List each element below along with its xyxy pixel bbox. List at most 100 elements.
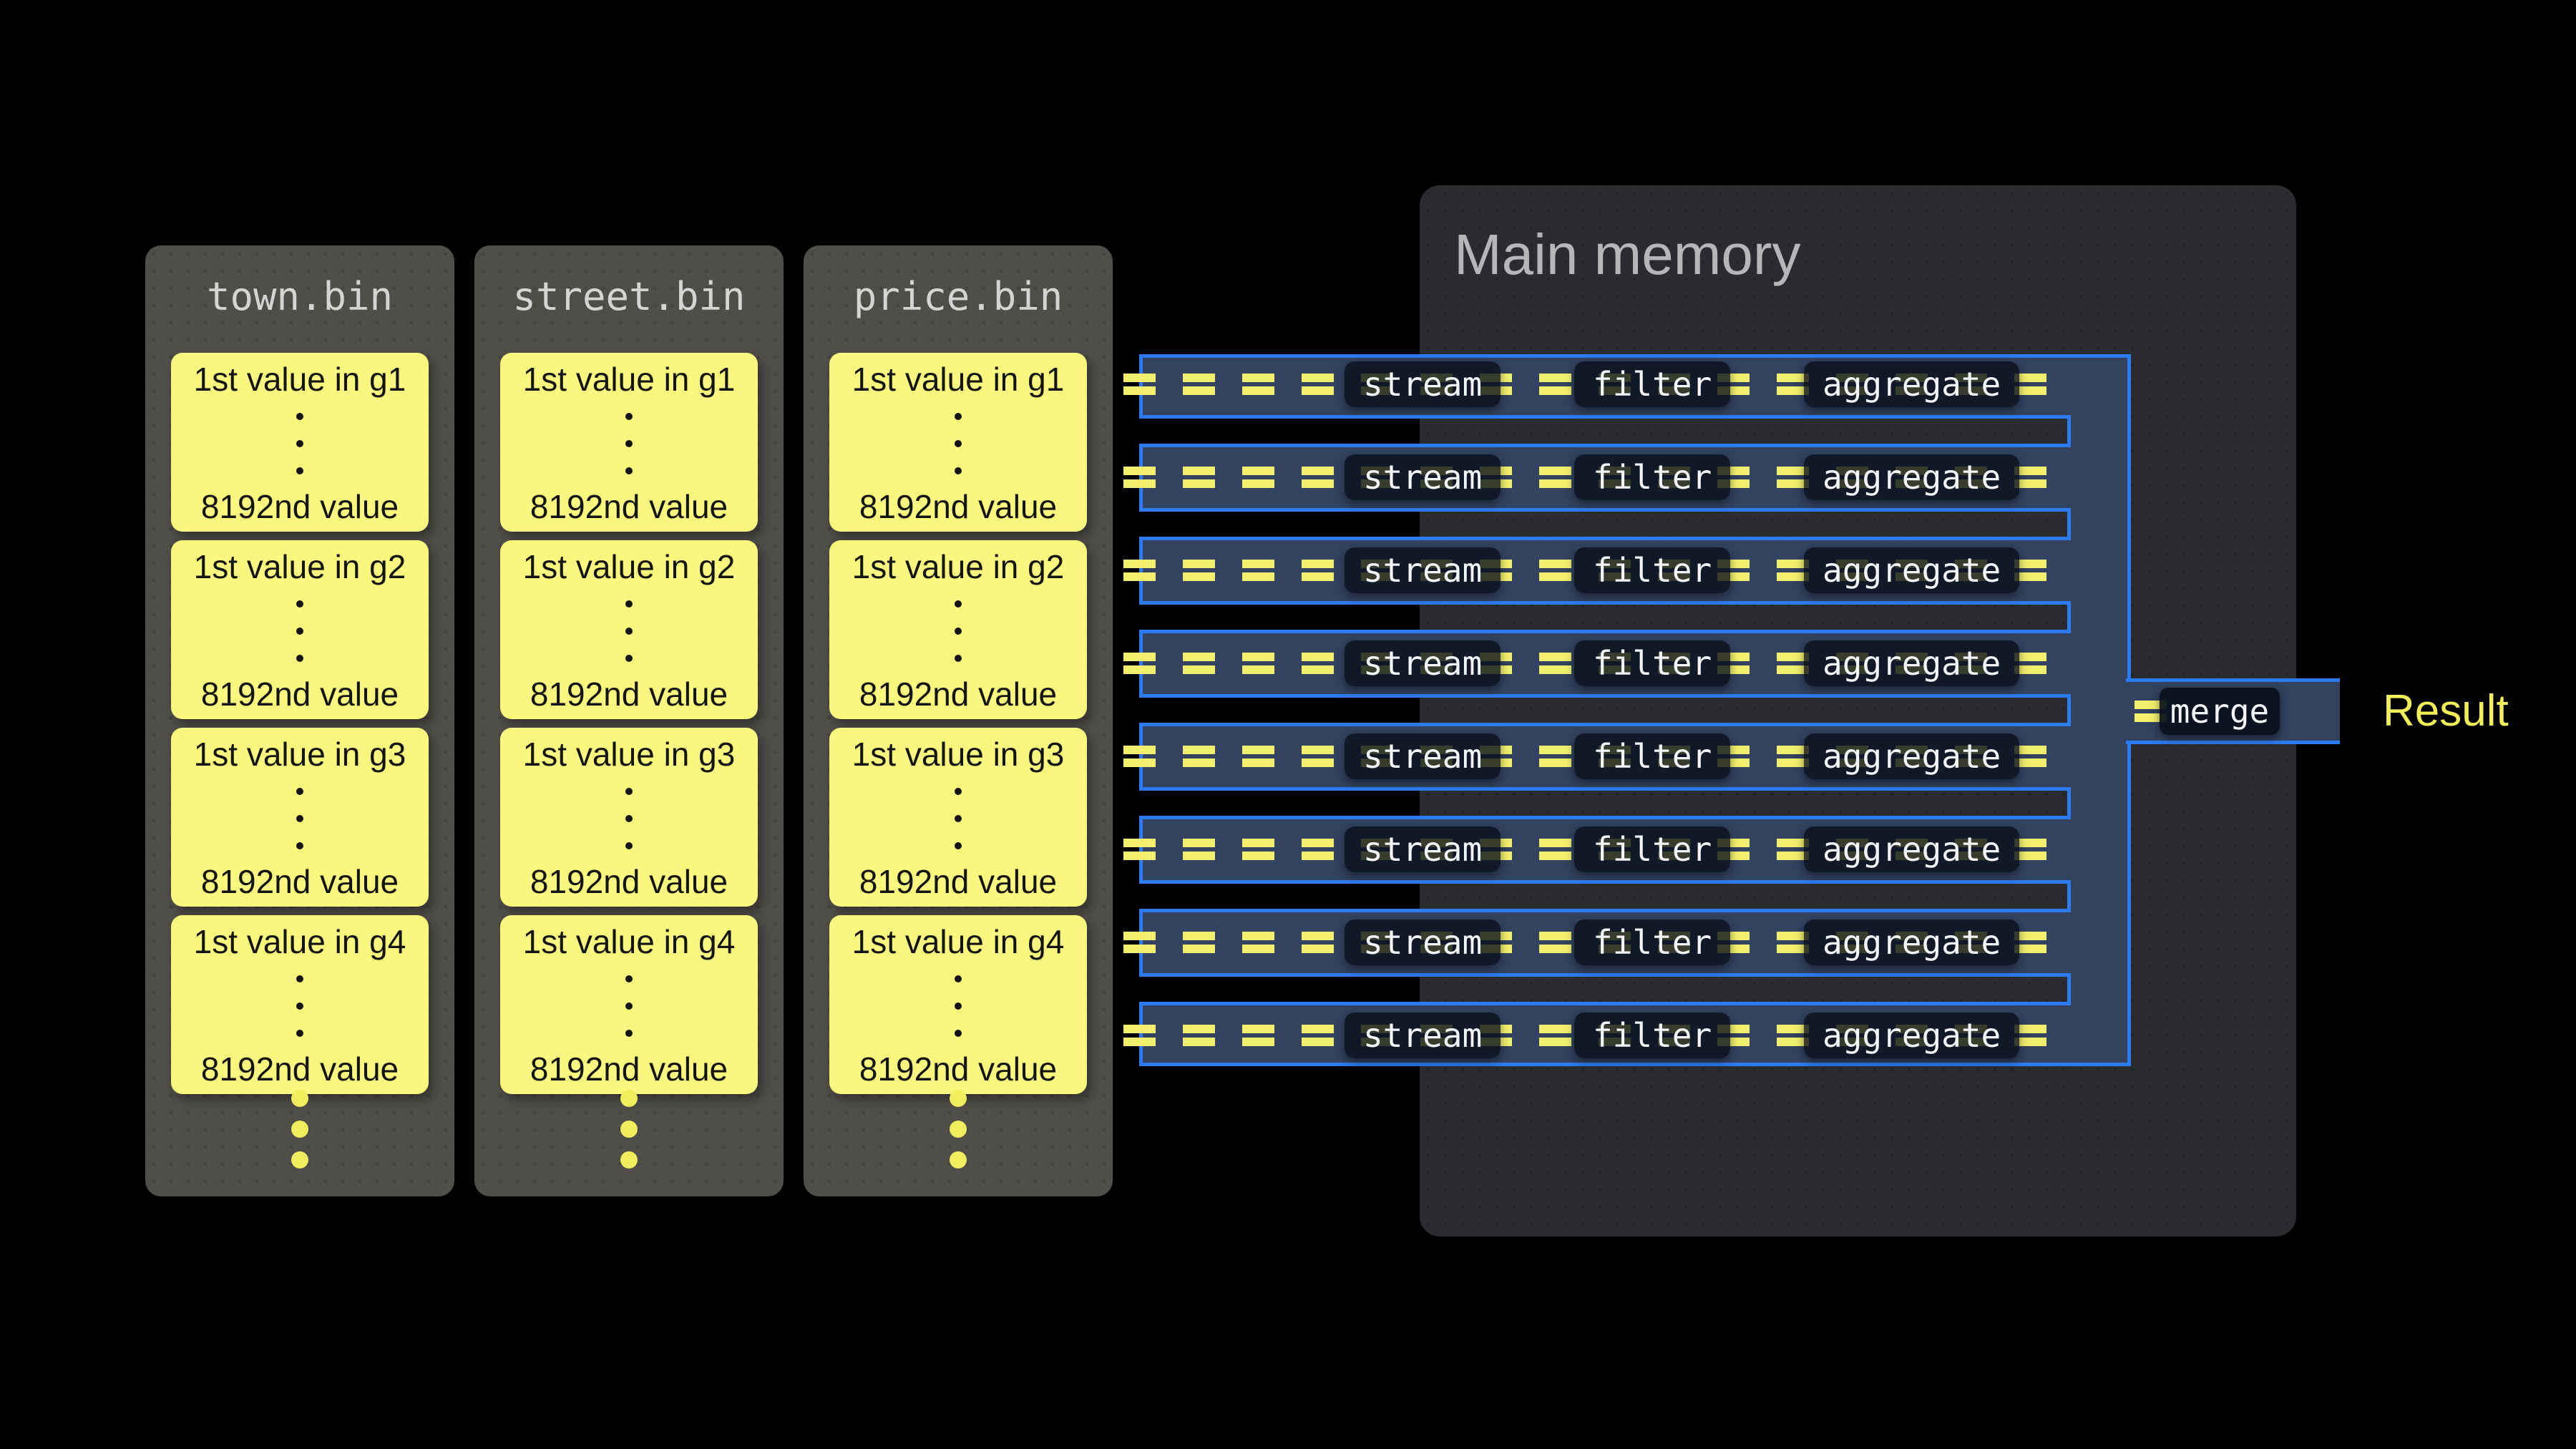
value-group-box: 1st value in g1 8192nd value <box>500 353 758 532</box>
group-first-value: 1st value in g2 <box>829 547 1087 586</box>
ellipsis-dot <box>620 1121 638 1138</box>
file-column-price.bin: price.bin1st value in g18192nd value1st … <box>804 245 1113 1196</box>
ellipsis-dot <box>296 413 303 420</box>
ellipsis-dot <box>620 1151 638 1169</box>
stage-filter: filter <box>1574 826 1730 872</box>
stage-filter: filter <box>1574 361 1730 407</box>
ellipsis-dot <box>955 1002 962 1010</box>
ellipsis-dot <box>950 1121 967 1138</box>
stage-stream: stream <box>1345 1013 1501 1058</box>
ellipsis-dot <box>625 467 633 474</box>
ellipsis-dot <box>291 1151 308 1169</box>
group-first-value: 1st value in g2 <box>171 547 429 586</box>
stage-aggregate: aggregate <box>1804 1013 2019 1058</box>
ellipsis-dot <box>955 413 962 420</box>
ellipsis-dot <box>625 788 633 795</box>
ellipsis-dot <box>296 600 303 608</box>
stage-stream: stream <box>1345 547 1501 593</box>
value-group-box: 1st value in g3 8192nd value <box>829 728 1087 907</box>
file-title: town.bin <box>145 274 454 319</box>
group-ellipsis <box>500 975 758 1037</box>
ellipsis-dot <box>625 440 633 447</box>
ellipsis-dot <box>625 600 633 608</box>
column-more-ellipsis <box>145 1090 454 1169</box>
value-group-box: 1st value in g18192nd value <box>171 353 429 532</box>
ellipsis-dot <box>625 655 633 662</box>
ellipsis-dot <box>620 1090 638 1107</box>
group-ellipsis <box>829 413 1087 474</box>
lane-gap-outline <box>1139 415 2071 447</box>
group-last-value: 8192nd value <box>500 487 758 526</box>
group-last-value: 8192nd value <box>500 675 758 713</box>
group-first-value: 1st value in g1 <box>500 360 758 399</box>
ellipsis-dot <box>955 1030 962 1037</box>
ellipsis-dot <box>625 413 633 420</box>
ellipsis-dot <box>625 815 633 822</box>
ellipsis-dot <box>291 1121 308 1138</box>
group-last-value: 8192nd value <box>829 862 1087 901</box>
group-last-value: 8192nd value <box>500 862 758 901</box>
stage-filter: filter <box>1574 733 1730 779</box>
column-more-ellipsis <box>804 1090 1113 1169</box>
ellipsis-dot <box>625 1002 633 1010</box>
stage-filter: filter <box>1574 640 1730 686</box>
ellipsis-dot <box>296 1002 303 1010</box>
ellipsis-dot <box>955 628 962 635</box>
group-ellipsis <box>171 788 429 849</box>
group-ellipsis <box>500 413 758 474</box>
ellipsis-dot <box>625 975 633 982</box>
value-group-box: 1st value in g48192nd value <box>500 915 758 1094</box>
group-first-value: 1st value in g4 <box>829 922 1087 961</box>
ellipsis-dot <box>955 975 962 982</box>
group-ellipsis <box>500 788 758 849</box>
stage-stream: stream <box>1345 733 1501 779</box>
lane-gap-outline <box>1139 601 2071 633</box>
ellipsis-dot <box>296 788 303 795</box>
lane-gap-outline <box>1139 880 2071 912</box>
result-label: Result <box>2383 686 2509 737</box>
ellipsis-dot <box>291 1090 308 1107</box>
stage-aggregate: aggregate <box>1804 640 2019 686</box>
group-ellipsis <box>829 788 1087 849</box>
ellipsis-dot <box>955 440 962 447</box>
ellipsis-dot <box>296 467 303 474</box>
group-first-value: 1st value in g3 <box>829 735 1087 774</box>
ellipsis-dot <box>955 788 962 795</box>
ellipsis-dot <box>950 1090 967 1107</box>
stage-aggregate: aggregate <box>1804 826 2019 872</box>
group-first-value: 1st value in g2 <box>500 547 758 586</box>
group-last-value: 8192nd value <box>829 675 1087 713</box>
stage-aggregate: aggregate <box>1804 919 2019 965</box>
group-first-value: 1st value in g3 <box>171 735 429 774</box>
ellipsis-dot <box>955 467 962 474</box>
group-last-value: 8192nd value <box>171 1050 429 1088</box>
lane-gap-outline <box>1139 694 2071 726</box>
group-last-value: 8192nd value <box>171 675 429 713</box>
group-last-value: 8192nd value <box>171 862 429 901</box>
file-title: street.bin <box>474 274 784 319</box>
value-group-box: 1st value in g3 8192nd value <box>500 728 758 907</box>
ellipsis-dot <box>950 1151 967 1169</box>
ellipsis-dot <box>296 440 303 447</box>
group-last-value: 8192nd value <box>171 487 429 526</box>
stage-filter: filter <box>1574 919 1730 965</box>
ellipsis-dot <box>625 628 633 635</box>
group-first-value: 1st value in g4 <box>500 922 758 961</box>
stage-aggregate: aggregate <box>1804 733 2019 779</box>
group-last-value: 8192nd value <box>829 1050 1087 1088</box>
group-first-value: 1st value in g4 <box>171 922 429 961</box>
column-more-ellipsis <box>474 1090 784 1169</box>
ellipsis-dot <box>296 628 303 635</box>
ellipsis-dot <box>296 975 303 982</box>
value-group-box: 1st value in g2 8192nd value <box>829 540 1087 719</box>
group-ellipsis <box>171 600 429 662</box>
value-group-box: 1st value in g4 8192nd value <box>171 915 429 1094</box>
group-ellipsis <box>829 600 1087 662</box>
merge-operator: merge <box>2160 688 2280 735</box>
stage-filter: filter <box>1574 1013 1730 1058</box>
ellipsis-dot <box>296 815 303 822</box>
value-group-box: 1st value in g3 8192nd value <box>171 728 429 907</box>
group-first-value: 1st value in g3 <box>500 735 758 774</box>
group-first-value: 1st value in g1 <box>829 360 1087 399</box>
file-column-town.bin: town.bin 1st value in g18192nd value 1st v… <box>145 245 454 1196</box>
